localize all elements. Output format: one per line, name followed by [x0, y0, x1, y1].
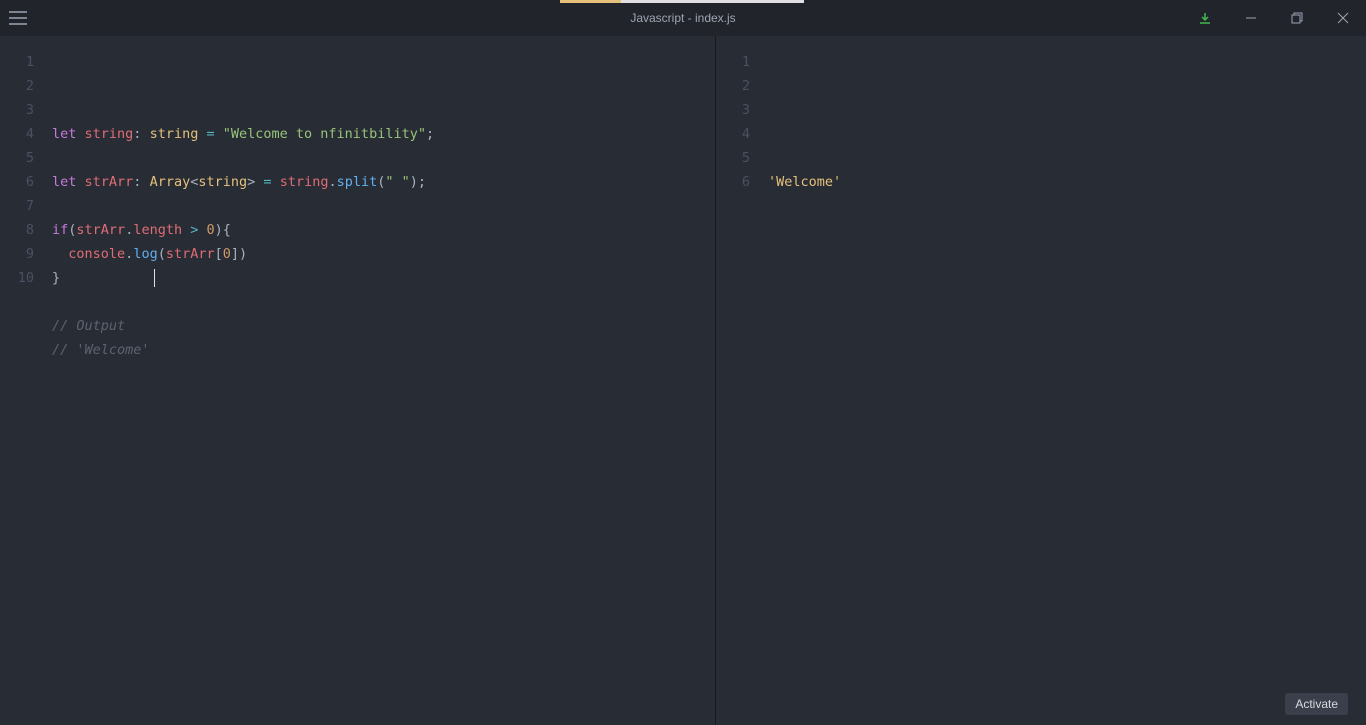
- line-number: 6: [716, 170, 760, 194]
- minimize-button[interactable]: [1228, 0, 1274, 36]
- code-line: [768, 50, 1366, 74]
- titlebar: Javascript - index.js: [0, 0, 1366, 36]
- download-button[interactable]: [1182, 0, 1228, 36]
- line-number: 2: [0, 74, 44, 98]
- text-cursor: [154, 269, 155, 287]
- code-line: }: [52, 266, 715, 290]
- editor-area: 12345678910 let string: string = "Welcom…: [0, 36, 1366, 725]
- code-line: let strArr: Array<string> = string.split…: [52, 170, 715, 194]
- window-controls: [1182, 0, 1366, 36]
- line-number: 1: [716, 50, 760, 74]
- code-line: [52, 146, 715, 170]
- code-line: [52, 290, 715, 314]
- line-gutter-right: 123456: [716, 36, 760, 725]
- line-number: 3: [0, 98, 44, 122]
- line-number: 4: [0, 122, 44, 146]
- code-line: let string: string = "Welcome to nfinitb…: [52, 122, 715, 146]
- code-line: if(strArr.length > 0){: [52, 218, 715, 242]
- close-button[interactable]: [1320, 0, 1366, 36]
- close-icon: [1337, 12, 1349, 24]
- loading-indicator: [560, 0, 804, 3]
- line-number: 3: [716, 98, 760, 122]
- code-line: 'Welcome': [768, 170, 1366, 194]
- minimize-icon: [1245, 12, 1257, 24]
- code-line: [768, 74, 1366, 98]
- line-number: 5: [0, 146, 44, 170]
- window-title: Javascript - index.js: [630, 11, 735, 25]
- line-number: 8: [0, 218, 44, 242]
- menu-button[interactable]: [0, 0, 36, 36]
- code-line: console.log(strArr[0]): [52, 242, 715, 266]
- line-number: 9: [0, 242, 44, 266]
- activate-button[interactable]: Activate: [1285, 693, 1348, 715]
- line-number: 5: [716, 146, 760, 170]
- output-content: 'Welcome': [760, 36, 1366, 725]
- code-line: [52, 194, 715, 218]
- line-number: 2: [716, 74, 760, 98]
- maximize-icon: [1291, 12, 1303, 24]
- download-icon: [1199, 12, 1211, 24]
- line-number: 4: [716, 122, 760, 146]
- output-pane[interactable]: 123456 'Welcome': [715, 36, 1366, 725]
- code-line: [768, 146, 1366, 170]
- line-gutter-left: 12345678910: [0, 36, 44, 725]
- line-number: 1: [0, 50, 44, 74]
- maximize-button[interactable]: [1274, 0, 1320, 36]
- code-editor-pane[interactable]: 12345678910 let string: string = "Welcom…: [0, 36, 715, 725]
- code-line: // 'Welcome': [52, 338, 715, 362]
- hamburger-icon: [9, 11, 27, 25]
- code-line: [768, 98, 1366, 122]
- code-line: [768, 122, 1366, 146]
- line-number: 10: [0, 266, 44, 290]
- code-content-left[interactable]: let string: string = "Welcome to nfinitb…: [44, 36, 715, 725]
- line-number: 7: [0, 194, 44, 218]
- code-line: // Output: [52, 314, 715, 338]
- line-number: 6: [0, 170, 44, 194]
